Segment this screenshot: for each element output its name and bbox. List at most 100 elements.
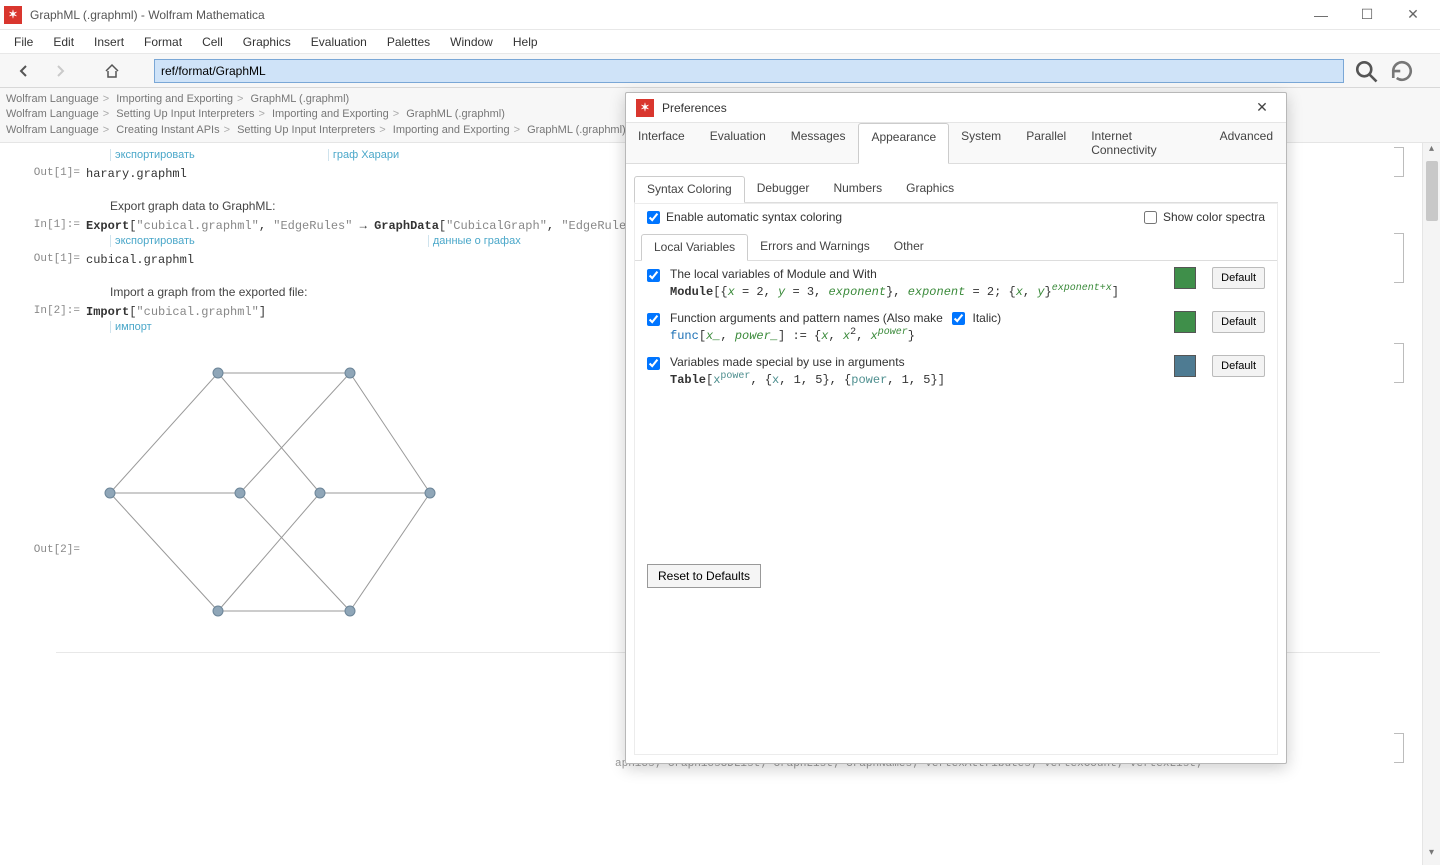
crumb-item[interactable]: Wolfram Language	[6, 93, 99, 105]
menu-file[interactable]: File	[4, 32, 43, 52]
cell-bracket[interactable]	[1394, 147, 1404, 177]
option-func-example: func[x_, power_] := {x, x2, xpower}	[670, 327, 1164, 343]
reset-defaults-button[interactable]: Reset to Defaults	[647, 564, 761, 588]
show-spectra-label: Show color spectra	[1163, 210, 1265, 224]
preferences-titlebar: ✶ Preferences ✕	[626, 93, 1286, 123]
crumb-item[interactable]: Importing and Exporting	[272, 108, 389, 120]
menu-window[interactable]: Window	[440, 32, 503, 52]
menu-evaluation[interactable]: Evaluation	[301, 32, 377, 52]
show-spectra-checkbox[interactable]: Show color spectra	[1144, 210, 1265, 224]
window-title: GraphML (.graphml) - Wolfram Mathematica	[30, 8, 265, 22]
enable-coloring-checkbox[interactable]: Enable automatic syntax coloring	[647, 210, 842, 224]
window-controls: — ☐ ✕	[1298, 0, 1436, 30]
cell-label: In[1]:=	[30, 219, 80, 231]
option-module-label: The local variables of Module and With	[670, 267, 1164, 281]
menu-bar: File Edit Insert Format Cell Graphics Ev…	[0, 30, 1440, 54]
enable-coloring-row: Enable automatic syntax coloring Show co…	[635, 204, 1277, 230]
maximize-button[interactable]: ☐	[1344, 0, 1390, 30]
menu-insert[interactable]: Insert	[84, 32, 134, 52]
menu-edit[interactable]: Edit	[43, 32, 84, 52]
input-code[interactable]: Export["cubical.graphml", "EdgeRules" → …	[86, 219, 655, 233]
tab-appearance[interactable]: Appearance	[858, 123, 949, 164]
menu-format[interactable]: Format	[134, 32, 192, 52]
tab-messages[interactable]: Messages	[779, 123, 859, 163]
subtab-graphics[interactable]: Graphics	[894, 176, 966, 202]
show-spectra-input[interactable]	[1144, 211, 1157, 224]
crumb-item[interactable]: Importing and Exporting	[116, 93, 233, 105]
default-button-3[interactable]: Default	[1212, 355, 1265, 377]
default-button-2[interactable]: Default	[1212, 311, 1265, 333]
color-swatch-1[interactable]	[1174, 267, 1196, 289]
crumb-item[interactable]: GraphML (.graphml)	[527, 124, 626, 136]
graph-output	[90, 353, 440, 636]
scroll-down-icon[interactable]: ▾	[1423, 847, 1440, 865]
scroll-up-icon[interactable]: ▴	[1423, 143, 1440, 161]
menu-graphics[interactable]: Graphics	[233, 32, 301, 52]
subtab-syntax-coloring[interactable]: Syntax Coloring	[634, 176, 745, 203]
refresh-button[interactable]	[1388, 58, 1416, 84]
option-special-label: Variables made special by use in argumen…	[670, 355, 1164, 369]
enable-coloring-input[interactable]	[647, 211, 660, 224]
tab-system[interactable]: System	[949, 123, 1014, 163]
cell-label: In[2]:=	[30, 305, 80, 317]
enable-coloring-label: Enable automatic syntax coloring	[666, 210, 842, 224]
tab-parallel[interactable]: Parallel	[1014, 123, 1079, 163]
subtab2-errors[interactable]: Errors and Warnings	[748, 234, 882, 260]
crumb-item[interactable]: GraphML (.graphml)	[251, 93, 350, 105]
subtab2-local-vars[interactable]: Local Variables	[641, 234, 748, 261]
preferences-tabs: Interface Evaluation Messages Appearance…	[626, 123, 1286, 164]
home-button[interactable]	[98, 58, 126, 84]
option-module-checkbox[interactable]	[647, 269, 660, 282]
coloring-subtabs: Local Variables Errors and Warnings Othe…	[635, 234, 1277, 261]
menu-cell[interactable]: Cell	[192, 32, 233, 52]
cubical-graph-svg	[90, 353, 440, 633]
hint-label: экспортировать	[110, 235, 195, 247]
italic-checkbox[interactable]	[952, 312, 965, 325]
app-icon: ✶	[4, 6, 22, 24]
minimize-button[interactable]: —	[1298, 0, 1344, 30]
output-text: harary.graphml	[86, 167, 187, 181]
cell-label: Out[2]=	[30, 544, 80, 556]
crumb-item[interactable]: Setting Up Input Interpreters	[237, 124, 375, 136]
subtab2-other[interactable]: Other	[882, 234, 936, 260]
option-func-args: Function arguments and pattern names (Al…	[635, 305, 1277, 349]
close-button[interactable]: ✕	[1390, 0, 1436, 30]
option-special-checkbox[interactable]	[647, 357, 660, 370]
tab-internet[interactable]: Internet Connectivity	[1079, 123, 1207, 163]
crumb-item[interactable]: Setting Up Input Interpreters	[116, 108, 254, 120]
crumb-item[interactable]: GraphML (.graphml)	[406, 108, 505, 120]
subtab-numbers[interactable]: Numbers	[821, 176, 894, 202]
back-button[interactable]	[10, 58, 38, 84]
preferences-dialog: ✶ Preferences ✕ Interface Evaluation Mes…	[625, 92, 1287, 764]
input-code[interactable]: Import["cubical.graphml"]	[86, 305, 266, 319]
tab-interface[interactable]: Interface	[626, 123, 698, 163]
default-button-1[interactable]: Default	[1212, 267, 1265, 289]
crumb-item[interactable]: Wolfram Language	[6, 108, 99, 120]
scroll-thumb[interactable]	[1426, 161, 1438, 221]
color-swatch-3[interactable]	[1174, 355, 1196, 377]
preferences-close-button[interactable]: ✕	[1248, 96, 1276, 120]
option-module-example: Module[{x = 2, y = 3, exponent}, exponen…	[670, 283, 1164, 299]
forward-button[interactable]	[46, 58, 74, 84]
tab-evaluation[interactable]: Evaluation	[698, 123, 779, 163]
subtab-debugger[interactable]: Debugger	[745, 176, 822, 202]
menu-palettes[interactable]: Palettes	[377, 32, 440, 52]
preferences-body: Enable automatic syntax coloring Show co…	[634, 203, 1278, 755]
option-module-with: The local variables of Module and With M…	[635, 261, 1277, 305]
cell-label: Out[1]=	[30, 253, 80, 265]
cell-bracket[interactable]	[1394, 343, 1404, 383]
option-special-vars: Variables made special by use in argumen…	[635, 349, 1277, 393]
search-button[interactable]	[1352, 58, 1380, 84]
tab-advanced[interactable]: Advanced	[1208, 123, 1286, 163]
address-input[interactable]	[154, 59, 1344, 83]
color-swatch-2[interactable]	[1174, 311, 1196, 333]
output-text: cubical.graphml	[86, 253, 194, 267]
title-bar: ✶ GraphML (.graphml) - Wolfram Mathemati…	[0, 0, 1440, 30]
cell-bracket[interactable]	[1394, 233, 1404, 283]
menu-help[interactable]: Help	[503, 32, 548, 52]
crumb-item[interactable]: Importing and Exporting	[393, 124, 510, 136]
crumb-item[interactable]: Creating Instant APIs	[116, 124, 219, 136]
crumb-item[interactable]: Wolfram Language	[6, 124, 99, 136]
vertical-scrollbar[interactable]: ▴ ▾	[1422, 143, 1440, 865]
option-func-checkbox[interactable]	[647, 313, 660, 326]
